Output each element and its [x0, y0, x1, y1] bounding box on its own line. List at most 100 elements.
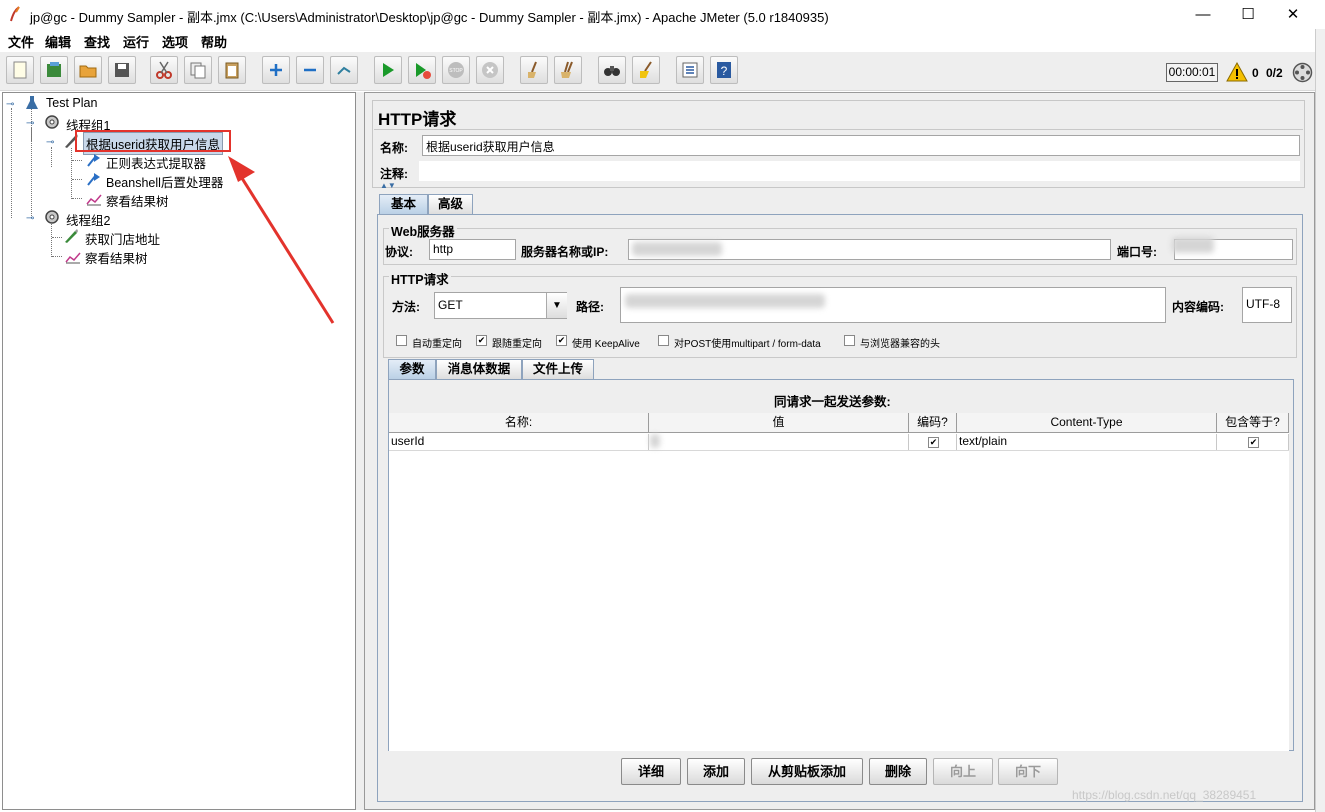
new-icon[interactable]	[6, 56, 34, 84]
menu-run[interactable]: 运行	[123, 32, 149, 51]
jmeter-feather-icon	[10, 6, 20, 22]
save-icon[interactable]	[108, 56, 136, 84]
tree-toggle-icon[interactable]: ⊸	[6, 99, 14, 110]
templates-icon[interactable]	[40, 56, 68, 84]
thread-status-icon	[1292, 62, 1313, 83]
tree-line	[72, 160, 82, 161]
menu-file[interactable]: 文件	[8, 32, 34, 51]
param-include-equals-checkbox[interactable]: ✔	[1248, 437, 1259, 448]
param-content-type-cell[interactable]: text/plain	[957, 434, 1217, 450]
tree-node-view-results-1[interactable]: 察看结果树	[106, 191, 169, 210]
encoding-field[interactable]: UTF-8	[1242, 287, 1292, 323]
menu-help[interactable]: 帮助	[201, 32, 227, 51]
title-bar: jp@gc - Dummy Sampler - 副本.jmx (C:\Users…	[0, 0, 1325, 29]
tree-toggle-icon[interactable]: ⊸	[46, 137, 54, 148]
add-button[interactable]: 添加	[687, 758, 745, 785]
toggle-icon[interactable]	[330, 56, 358, 84]
paste-icon[interactable]	[218, 56, 246, 84]
tab-file-upload[interactable]: 文件上传	[522, 359, 594, 380]
search-icon[interactable]	[598, 56, 626, 84]
cut-icon[interactable]	[150, 56, 178, 84]
stop-icon[interactable]: STOP	[442, 56, 470, 84]
add-from-clipboard-button[interactable]: 从剪贴板添加	[751, 758, 863, 785]
tree-node-regex-extractor[interactable]: 正则表达式提取器	[106, 153, 206, 172]
start-icon[interactable]	[374, 56, 402, 84]
redacted-path	[625, 294, 825, 308]
start-no-pause-icon[interactable]	[408, 56, 436, 84]
move-up-button[interactable]: 向上	[933, 758, 993, 785]
col-value-header[interactable]: 值	[649, 413, 909, 433]
tree-node-test-plan[interactable]: Test Plan	[46, 96, 97, 110]
param-name-cell[interactable]: userId	[389, 434, 649, 450]
keepalive-checkbox[interactable]: ✔	[556, 335, 567, 346]
menu-search[interactable]: 查找	[84, 32, 110, 51]
maximize-button[interactable]: ☐	[1225, 0, 1271, 29]
reset-search-icon[interactable]	[632, 56, 660, 84]
name-field[interactable]: 根据userid获取用户信息	[422, 135, 1300, 156]
warning-icon[interactable]	[1226, 62, 1248, 82]
function-helper-icon[interactable]	[676, 56, 704, 84]
col-include-equals-header[interactable]: 包含等于?	[1217, 413, 1289, 433]
window-title: jp@gc - Dummy Sampler - 副本.jmx (C:\Users…	[30, 10, 829, 25]
protocol-field[interactable]: http	[429, 239, 516, 260]
tree-node-store-address[interactable]: 获取门店地址	[85, 229, 160, 248]
tab-basic[interactable]: 基本	[379, 194, 428, 215]
close-button[interactable]: ✕	[1270, 0, 1316, 29]
tab-parameters[interactable]: 参数	[388, 359, 436, 380]
delete-button[interactable]: 删除	[869, 758, 927, 785]
results-tree-icon	[86, 194, 102, 206]
tab-advanced[interactable]: 高级	[428, 194, 473, 215]
param-encode-cell[interactable]: ✔	[909, 434, 957, 450]
tree-node-beanshell[interactable]: Beanshell后置处理器	[106, 172, 223, 191]
tree-toggle-icon[interactable]: ⊸	[26, 118, 34, 129]
comment-field[interactable]	[419, 161, 1300, 181]
tree-node-thread-group-2[interactable]: 线程组2	[66, 210, 110, 229]
param-value-cell[interactable]	[649, 434, 909, 450]
detail-button[interactable]: 详细	[621, 758, 681, 785]
watermark: https://blog.csdn.net/qq_38289451	[1072, 788, 1257, 802]
minimize-button[interactable]: —	[1180, 0, 1226, 29]
param-include-equals-cell[interactable]: ✔	[1217, 434, 1289, 450]
collapse-arrows-icon[interactable]: ▲▼	[380, 181, 396, 190]
split-pane-divider[interactable]	[356, 92, 364, 810]
tab-body-data[interactable]: 消息体数据	[436, 359, 522, 380]
chevron-down-icon[interactable]: ▼	[546, 293, 567, 318]
col-content-type-header[interactable]: Content-Type	[957, 413, 1217, 433]
collapse-icon[interactable]	[296, 56, 324, 84]
name-label: 名称:	[380, 141, 408, 155]
clear-icon[interactable]	[520, 56, 548, 84]
clear-all-icon[interactable]	[554, 56, 582, 84]
sampler-pen-icon	[65, 229, 78, 243]
server-label: 服务器名称或IP:	[521, 245, 609, 259]
shutdown-icon[interactable]	[476, 56, 504, 84]
params-heading: 同请求一起发送参数:	[774, 395, 891, 409]
copy-icon[interactable]	[184, 56, 212, 84]
tree-line	[51, 224, 52, 257]
comment-label: 注释:	[380, 167, 408, 181]
protocol-label: 协议:	[385, 245, 413, 259]
browser-headers-label: 与浏览器兼容的头	[860, 339, 940, 350]
open-icon[interactable]	[74, 56, 102, 84]
params-table[interactable]	[389, 413, 1289, 751]
menu-edit[interactable]: 编辑	[45, 32, 71, 51]
browser-headers-checkbox[interactable]	[844, 335, 855, 346]
redacted-server	[632, 242, 722, 256]
auto-redirect-checkbox[interactable]	[396, 335, 407, 346]
move-down-button[interactable]: 向下	[998, 758, 1058, 785]
tree-toggle-icon[interactable]: ⊸	[26, 213, 34, 224]
regex-extractor-icon	[87, 154, 100, 167]
auto-redirect-label: 自动重定向	[412, 339, 462, 350]
param-encode-checkbox[interactable]: ✔	[928, 437, 939, 448]
svg-text:?: ?	[721, 64, 728, 78]
col-name-header[interactable]: 名称:	[389, 413, 649, 433]
expand-icon[interactable]	[262, 56, 290, 84]
col-encode-header[interactable]: 编码?	[909, 413, 957, 433]
tree-node-view-results-2[interactable]: 察看结果树	[85, 248, 148, 267]
help-icon[interactable]: ?	[710, 56, 738, 84]
active-threads: 0/2	[1266, 66, 1283, 80]
follow-redirect-checkbox[interactable]: ✔	[476, 335, 487, 346]
multipart-checkbox[interactable]	[658, 335, 669, 346]
menu-options[interactable]: 选项	[162, 32, 188, 51]
tree-line	[72, 179, 82, 180]
tree-line	[72, 198, 82, 199]
